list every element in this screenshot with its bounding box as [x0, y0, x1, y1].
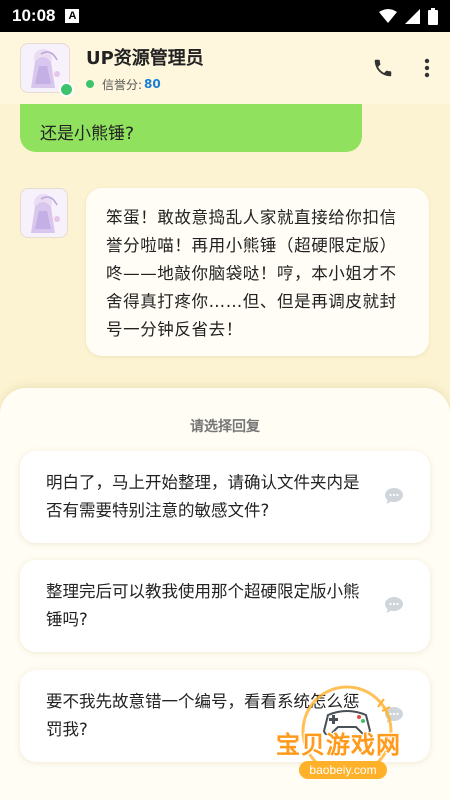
watermark: 宝贝游戏网 baobeiy.com [272, 685, 422, 785]
online-status-dot [59, 82, 74, 97]
chat-bubble-icon [385, 488, 403, 504]
score-row: 信誉分: 80 [86, 76, 204, 93]
my-message-text: 还是小熊锤? [40, 123, 135, 144]
status-bar: 10:08 A [0, 0, 450, 32]
chat-area[interactable]: 还是小熊锤? 笨蛋！敢故意捣乱人家就直接给你扣信誉分啦喵！再用小熊锤（超硬限定版… [0, 104, 450, 394]
battery-icon [428, 7, 438, 25]
status-dot [86, 80, 94, 88]
phone-icon[interactable] [372, 57, 394, 79]
watermark-brand: 宝贝游戏网 [276, 731, 401, 759]
reply-option-text: 整理完后可以教我使用那个超硬限定版小熊锤吗? [46, 582, 360, 629]
reply-option-text: 明白了，马上开始整理，请确认文件夹内是否有需要特别注意的敏感文件? [46, 473, 360, 520]
score-value: 80 [144, 77, 161, 91]
my-message-bubble: 还是小熊锤? [20, 104, 362, 152]
contact-avatar-wrap[interactable] [20, 43, 74, 97]
signal-icon [405, 8, 420, 24]
bot-message-text: 笨蛋！敢故意捣乱人家就直接给你扣信誉分啦喵！再用小熊锤（超硬限定版）咚——地敲你… [106, 208, 397, 339]
notification-a-icon: A [65, 9, 80, 23]
chat-bubble-icon [385, 597, 403, 613]
reply-option-1[interactable]: 明白了，马上开始整理，请确认文件夹内是否有需要特别注意的敏感文件? [20, 451, 430, 543]
bot-avatar[interactable] [20, 188, 68, 238]
contact-name: UP资源管理员 [86, 47, 204, 69]
score-label: 信誉分: [102, 77, 143, 92]
status-icons [379, 7, 438, 25]
header-actions [372, 57, 430, 79]
status-time: 10:08 [12, 6, 56, 25]
bot-message-bubble: 笨蛋！敢故意捣乱人家就直接给你扣信誉分啦喵！再用小熊锤（超硬限定版）咚——地敲你… [86, 188, 429, 356]
more-options-icon[interactable] [424, 58, 430, 78]
wifi-icon [379, 9, 397, 23]
chat-header: UP资源管理员 信誉分: 80 [0, 32, 450, 104]
reply-option-2[interactable]: 整理完后可以教我使用那个超硬限定版小熊锤吗? [20, 560, 430, 652]
watermark-url: baobeiy.com [299, 761, 387, 779]
header-info: UP资源管理员 信誉分: 80 [86, 44, 204, 93]
reply-sheet-title: 请选择回复 [190, 419, 260, 435]
